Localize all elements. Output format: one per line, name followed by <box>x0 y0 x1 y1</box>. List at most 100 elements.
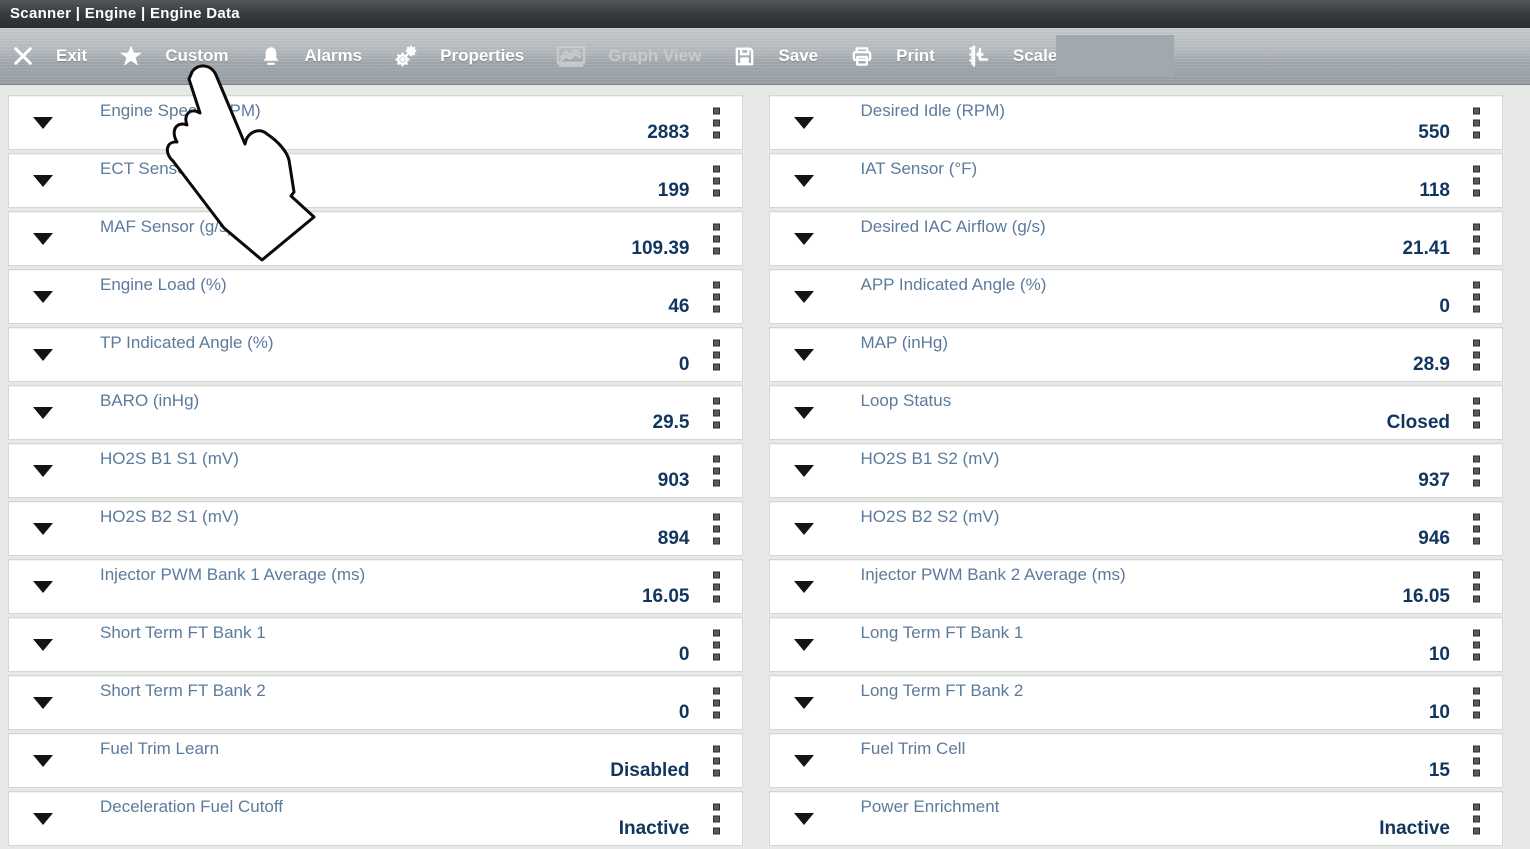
toolbar-button-properties[interactable]: Properties <box>378 28 540 84</box>
parameter-row[interactable]: Injector PWM Bank 1 Average (ms) 16.05 <box>8 559 743 614</box>
expand-triangle-icon[interactable] <box>33 697 53 709</box>
expand-triangle-icon[interactable] <box>33 175 53 187</box>
kebab-menu-icon[interactable] <box>713 513 720 544</box>
parameter-row[interactable]: HO2S B2 S2 (mV) 946 <box>769 501 1504 556</box>
kebab-menu-icon[interactable] <box>1473 687 1480 718</box>
kebab-menu-icon[interactable] <box>1473 223 1480 254</box>
expand-triangle-icon[interactable] <box>33 233 53 245</box>
expand-triangle-icon[interactable] <box>33 755 53 767</box>
kebab-menu-icon[interactable] <box>713 687 720 718</box>
parameter-value: Inactive <box>1379 818 1450 840</box>
parameter-row[interactable]: ECT Sensor (°F) 199 <box>8 153 743 208</box>
parameter-row[interactable]: Fuel Trim Learn Disabled <box>8 733 743 788</box>
expand-triangle-icon[interactable] <box>33 639 53 651</box>
expand-triangle-icon[interactable] <box>794 349 814 361</box>
expand-triangle-icon[interactable] <box>33 407 53 419</box>
expand-triangle-icon[interactable] <box>33 291 53 303</box>
toolbar-button-alarms[interactable]: Alarms <box>244 28 378 84</box>
kebab-menu-icon[interactable] <box>1473 629 1480 660</box>
expand-triangle-icon[interactable] <box>794 581 814 593</box>
kebab-menu-icon[interactable] <box>1473 513 1480 544</box>
kebab-menu-icon[interactable] <box>1473 281 1480 312</box>
expand-triangle-icon[interactable] <box>794 233 814 245</box>
expand-triangle-icon[interactable] <box>794 117 814 129</box>
parameter-row[interactable]: BARO (inHg) 29.5 <box>8 385 743 440</box>
parameter-value: 946 <box>1418 528 1450 550</box>
expand-triangle-icon[interactable] <box>794 291 814 303</box>
expand-triangle-icon[interactable] <box>33 813 53 825</box>
kebab-menu-icon[interactable] <box>1473 165 1480 196</box>
toolbar-button-save[interactable]: Save <box>717 28 834 84</box>
toolbar-button-scale[interactable]: Scale <box>951 28 1073 84</box>
kebab-menu-icon[interactable] <box>1473 107 1480 138</box>
kebab-menu-icon[interactable] <box>713 165 720 196</box>
expand-triangle-icon[interactable] <box>33 349 53 361</box>
parameter-row[interactable]: APP Indicated Angle (%) 0 <box>769 269 1504 324</box>
parameter-row[interactable]: Engine Speed (RPM) 2883 <box>8 95 743 150</box>
parameter-row[interactable]: TP Indicated Angle (%) 0 <box>8 327 743 382</box>
parameter-row[interactable]: Fuel Trim Cell 15 <box>769 733 1504 788</box>
star-icon <box>119 44 143 68</box>
parameter-row[interactable]: HO2S B1 S1 (mV) 903 <box>8 443 743 498</box>
parameter-row[interactable]: Long Term FT Bank 2 10 <box>769 675 1504 730</box>
printer-icon <box>850 45 874 68</box>
expand-triangle-icon[interactable] <box>33 465 53 477</box>
expand-triangle-icon[interactable] <box>794 523 814 535</box>
parameter-row[interactable]: Loop Status Closed <box>769 385 1504 440</box>
parameter-name: Desired IAC Airflow (g/s) <box>861 217 1046 237</box>
kebab-menu-icon[interactable] <box>1473 397 1480 428</box>
parameter-value: Closed <box>1387 412 1450 434</box>
parameter-row[interactable]: Power Enrichment Inactive <box>769 791 1504 846</box>
kebab-menu-icon[interactable] <box>1473 339 1480 370</box>
kebab-menu-icon[interactable] <box>1473 803 1480 834</box>
parameter-value: 29.5 <box>653 412 690 434</box>
kebab-menu-icon[interactable] <box>713 745 720 776</box>
parameter-row[interactable]: Deceleration Fuel Cutoff Inactive <box>8 791 743 846</box>
kebab-menu-icon[interactable] <box>713 629 720 660</box>
parameter-row[interactable]: Engine Load (%) 46 <box>8 269 743 324</box>
parameter-row[interactable]: MAF Sensor (g/s) 109.39 <box>8 211 743 266</box>
kebab-menu-icon[interactable] <box>713 803 720 834</box>
kebab-menu-icon[interactable] <box>1473 455 1480 486</box>
parameter-name: IAT Sensor (°F) <box>861 159 978 179</box>
expand-triangle-icon[interactable] <box>33 523 53 535</box>
line-chart-icon <box>556 44 586 68</box>
parameter-row[interactable]: MAP (inHg) 28.9 <box>769 327 1504 382</box>
parameter-row[interactable]: Desired Idle (RPM) 550 <box>769 95 1504 150</box>
toolbar-button-print[interactable]: Print <box>834 28 951 84</box>
kebab-menu-icon[interactable] <box>713 223 720 254</box>
parameter-value: 903 <box>658 470 690 492</box>
parameter-value: 109.39 <box>631 238 689 260</box>
expand-triangle-icon[interactable] <box>794 407 814 419</box>
expand-triangle-icon[interactable] <box>794 755 814 767</box>
kebab-menu-icon[interactable] <box>713 339 720 370</box>
expand-triangle-icon[interactable] <box>794 175 814 187</box>
parameter-row[interactable]: Short Term FT Bank 1 0 <box>8 617 743 672</box>
expand-triangle-icon[interactable] <box>33 581 53 593</box>
parameter-row[interactable]: HO2S B2 S1 (mV) 894 <box>8 501 743 556</box>
parameter-value: 0 <box>679 702 690 724</box>
kebab-menu-icon[interactable] <box>1473 571 1480 602</box>
toolbar-button-custom[interactable]: Custom <box>103 28 244 84</box>
parameter-row[interactable]: Long Term FT Bank 1 10 <box>769 617 1504 672</box>
kebab-menu-icon[interactable] <box>713 107 720 138</box>
expand-triangle-icon[interactable] <box>794 697 814 709</box>
parameter-row[interactable]: Injector PWM Bank 2 Average (ms) 16.05 <box>769 559 1504 614</box>
parameter-row[interactable]: IAT Sensor (°F) 118 <box>769 153 1504 208</box>
parameter-name: ECT Sensor (°F) <box>100 159 226 179</box>
expand-triangle-icon[interactable] <box>794 465 814 477</box>
kebab-menu-icon[interactable] <box>713 455 720 486</box>
expand-triangle-icon[interactable] <box>794 813 814 825</box>
parameter-row[interactable]: HO2S B1 S2 (mV) 937 <box>769 443 1504 498</box>
expand-triangle-icon[interactable] <box>33 117 53 129</box>
parameter-row[interactable]: Short Term FT Bank 2 0 <box>8 675 743 730</box>
toolbar-button-exit[interactable]: Exit <box>0 28 103 84</box>
kebab-menu-icon[interactable] <box>1473 745 1480 776</box>
scale-icon <box>967 44 991 68</box>
parameter-row[interactable]: Desired IAC Airflow (g/s) 21.41 <box>769 211 1504 266</box>
kebab-menu-icon[interactable] <box>713 397 720 428</box>
expand-triangle-icon[interactable] <box>794 639 814 651</box>
parameter-column-left: Engine Speed (RPM) 2883 ECT Sensor (°F) … <box>8 95 743 849</box>
kebab-menu-icon[interactable] <box>713 571 720 602</box>
kebab-menu-icon[interactable] <box>713 281 720 312</box>
